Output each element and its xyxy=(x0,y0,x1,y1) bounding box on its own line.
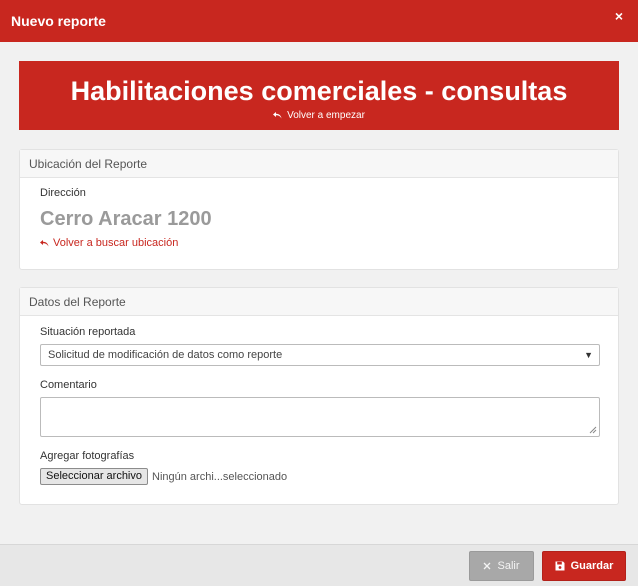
modal-header: Nuevo reporte × xyxy=(0,0,638,42)
report-data-panel-heading: Datos del Reporte xyxy=(20,288,618,316)
resize-grip-icon[interactable] xyxy=(589,426,597,434)
situation-select[interactable]: Solicitud de modificación de datos como … xyxy=(40,344,600,366)
save-label: Guardar xyxy=(570,560,614,572)
report-data-panel: Datos del Reporte Situación reportada So… xyxy=(19,287,619,505)
comment-label: Comentario xyxy=(40,379,97,391)
modal-footer: Salir Guardar xyxy=(0,544,638,586)
location-panel: Ubicación del Reporte Dirección Cerro Ar… xyxy=(19,149,619,270)
address-value: Cerro Aracar 1200 xyxy=(40,208,212,230)
report-type-title: Habilitaciones comerciales - consultas xyxy=(70,76,568,106)
undo-arrow-icon xyxy=(273,112,282,119)
restart-label: Volver a empezar xyxy=(287,110,365,121)
x-icon xyxy=(484,562,491,570)
floppy-disk-icon xyxy=(555,561,565,571)
restart-link[interactable]: Volver a empezar xyxy=(273,110,365,121)
situation-label: Situación reportada xyxy=(40,326,136,338)
close-icon[interactable]: × xyxy=(612,9,626,23)
photos-label: Agregar fotografías xyxy=(40,450,135,462)
file-status: Ningún archi...seleccionado xyxy=(152,470,288,483)
comment-textarea[interactable] xyxy=(40,397,600,437)
undo-arrow-icon xyxy=(40,239,49,246)
situation-select-value: Solicitud de modificación de datos como … xyxy=(48,349,283,361)
location-panel-heading: Ubicación del Reporte xyxy=(20,150,618,178)
address-label: Dirección xyxy=(40,187,86,199)
report-type-banner: Habilitaciones comerciales - consultas V… xyxy=(19,61,619,130)
file-input: Seleccionar archivo Ningún archi...selec… xyxy=(40,468,287,485)
search-location-again-link[interactable]: Volver a buscar ubicación xyxy=(40,237,178,249)
exit-label: Salir xyxy=(497,560,520,572)
modal-body: Habilitaciones comerciales - consultas V… xyxy=(0,42,638,544)
dropdown-arrow-icon: ▼ xyxy=(584,350,593,360)
exit-button[interactable]: Salir xyxy=(469,551,534,581)
select-file-button[interactable]: Seleccionar archivo xyxy=(40,468,148,485)
modal-title: Nuevo reporte xyxy=(11,13,106,29)
search-location-again-label: Volver a buscar ubicación xyxy=(53,237,179,249)
save-button[interactable]: Guardar xyxy=(542,551,626,581)
